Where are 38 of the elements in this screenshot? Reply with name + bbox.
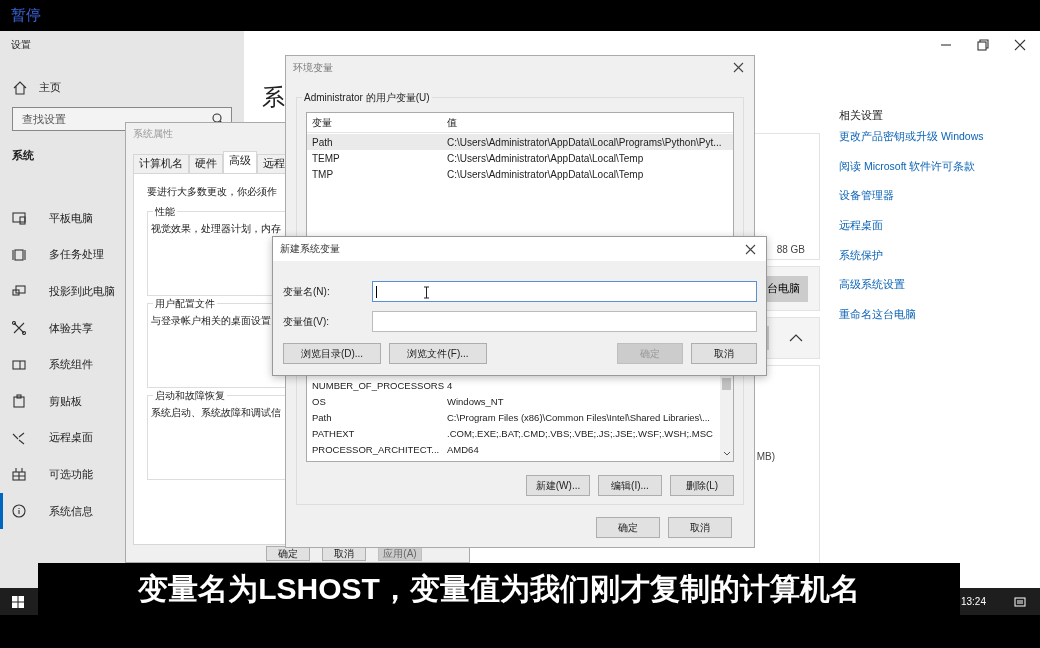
variable-name: PATHEXT bbox=[311, 427, 356, 439]
clock-time: 13:24 bbox=[960, 595, 986, 607]
group-text: 视觉效果，处理器计划，内存 bbox=[151, 222, 281, 236]
card-text: 88 GB bbox=[776, 244, 805, 255]
window-title: 系统属性 bbox=[133, 127, 173, 141]
field-label: 变量名(N): bbox=[283, 284, 331, 299]
window-title: 环境变量 bbox=[293, 60, 333, 75]
group-title: Administrator 的用户变量(U) bbox=[302, 91, 432, 105]
variable-name: Path bbox=[311, 411, 333, 423]
variable-name: Path bbox=[311, 136, 334, 148]
related-title: 相关设置 bbox=[839, 109, 884, 123]
variable-name: PROCESSOR_ARCHITECT... bbox=[311, 443, 441, 455]
intro-text: 要进行大多数更改，你必须作 bbox=[147, 185, 277, 199]
variable-value: C:\Users\Administrator\AppData\Local\Temp bbox=[447, 152, 644, 164]
variable-value: C:\Program Files (x86)\Common Files\Intel\Shared Libraries\... bbox=[447, 411, 710, 423]
variable-value: AMD64 bbox=[447, 443, 479, 455]
variable-name: OS bbox=[311, 395, 327, 407]
variable-name: TMP bbox=[311, 168, 335, 180]
variable-name: TEMP bbox=[311, 152, 341, 164]
group-title: 用户配置文件 bbox=[153, 297, 217, 311]
card-text: MB) bbox=[756, 451, 775, 462]
variable-value: 4 bbox=[447, 379, 453, 391]
variable-value: C:\Users\Administrator\AppData\Local\Programs\Python\Pyt... bbox=[447, 136, 722, 148]
section-title: 系统 bbox=[12, 148, 34, 163]
page-heading: 系 bbox=[262, 83, 285, 112]
window-title: 设置 bbox=[11, 38, 32, 52]
field-label: 变量值(V): bbox=[283, 314, 331, 329]
window-title: 新建系统变量 bbox=[280, 242, 340, 256]
pause-status: 暂停 bbox=[11, 6, 41, 25]
variable-value: Windows_NT bbox=[447, 395, 504, 407]
group-text: 与登录帐户相关的桌面设置 bbox=[151, 314, 271, 328]
group-text: 系统启动、系统故障和调试信 bbox=[151, 406, 281, 420]
variable-name: NUMBER_OF_PROCESSORS bbox=[311, 379, 445, 391]
variable-value: C:\Users\Administrator\AppData\Local\Temp bbox=[447, 168, 644, 180]
subtitle-caption: 变量名为LSHOST，变量值为我们刚才复制的计算机名 bbox=[38, 563, 960, 615]
variable-value: .COM;.EXE;.BAT;.CMD;.VBS;.VBE;.JS;.JSE;.WSF;.WSH;.MSC bbox=[447, 427, 713, 439]
group-title: 性能 bbox=[153, 205, 177, 219]
group-title: 启动和故障恢复 bbox=[153, 389, 227, 403]
